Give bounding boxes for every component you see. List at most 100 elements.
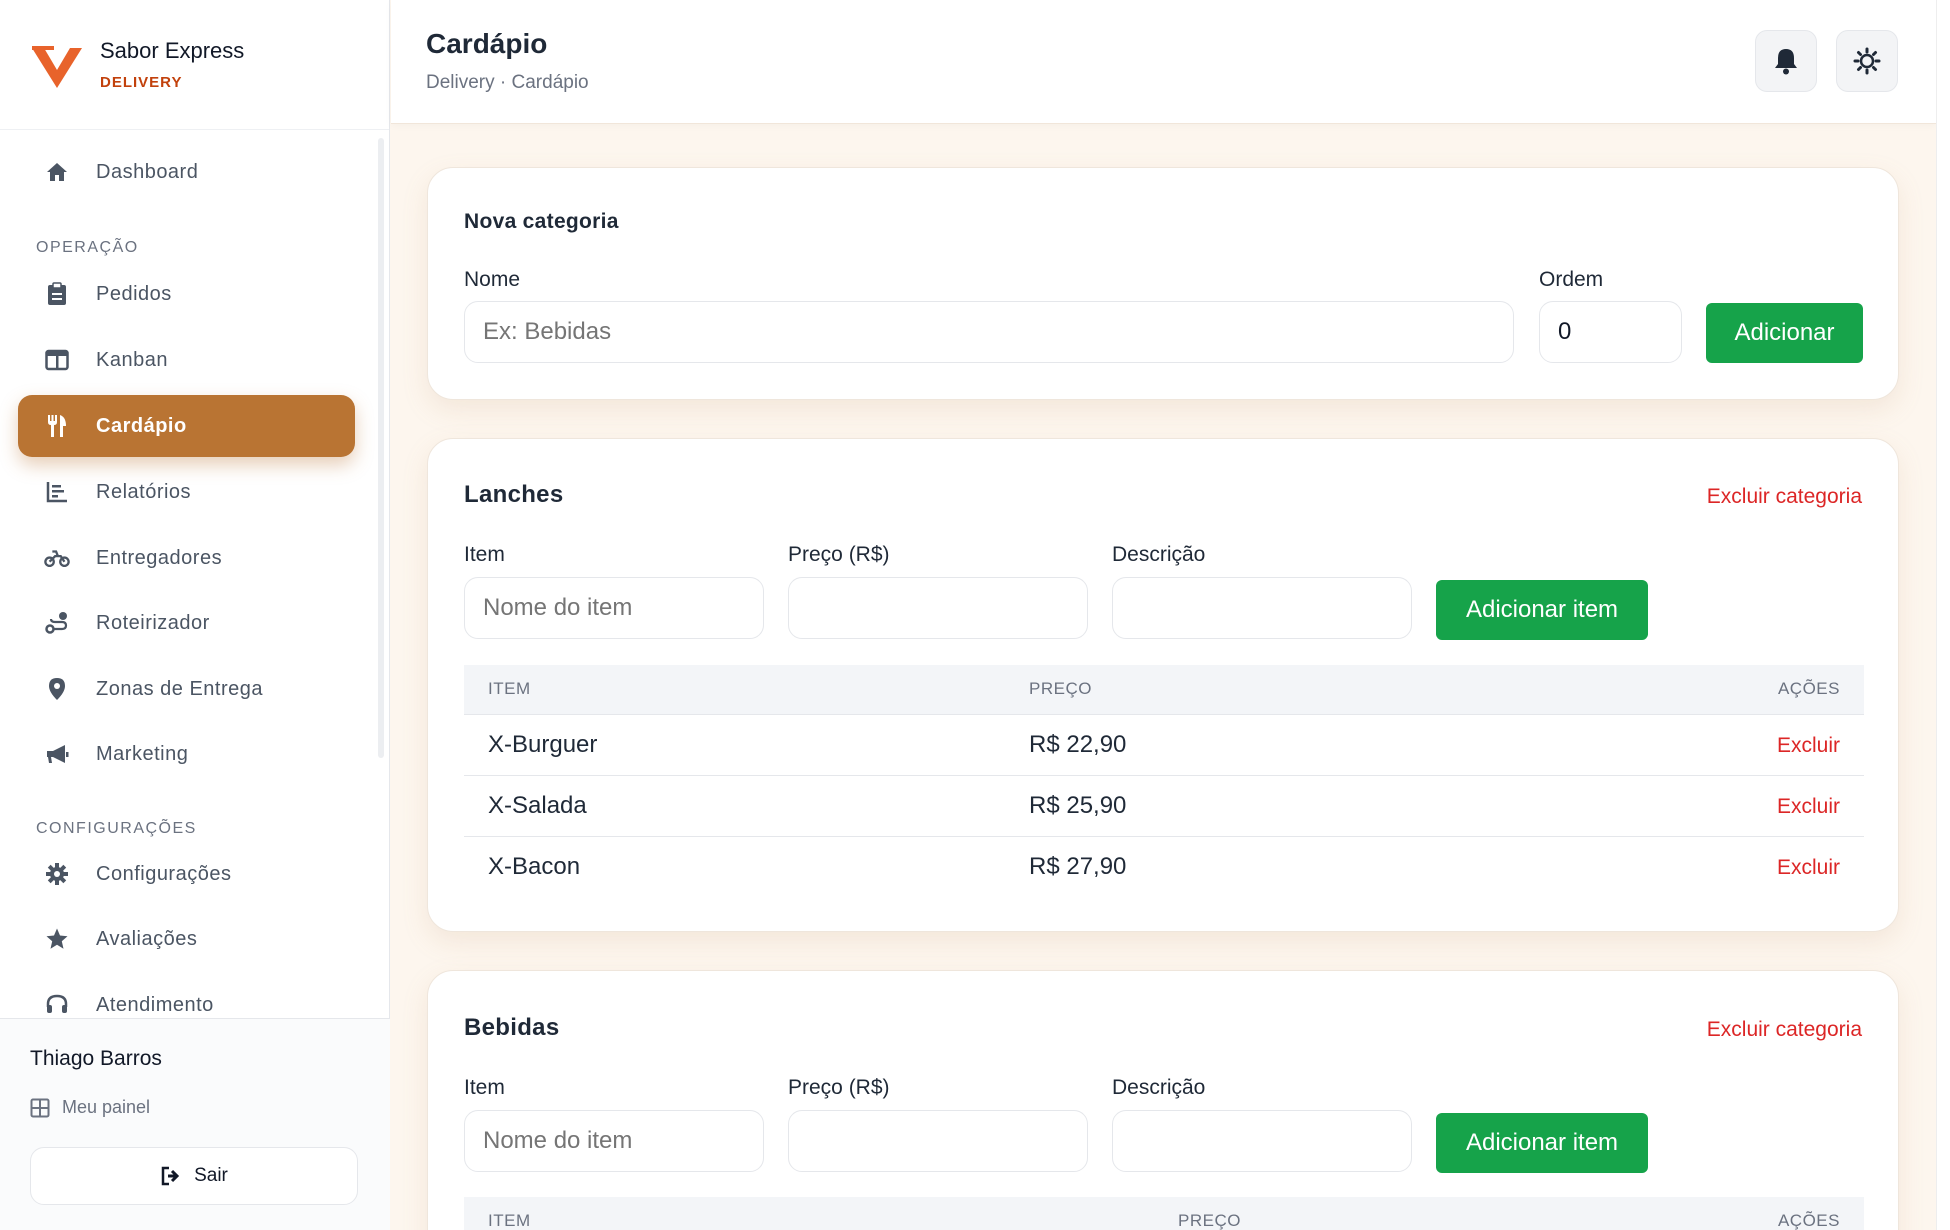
sidebar-item-entregadores[interactable]: Entregadores <box>18 527 355 589</box>
sidebar-item-dashboard[interactable]: Dashboard <box>18 141 355 203</box>
delete-category-link[interactable]: Excluir categoria <box>1707 1018 1862 1042</box>
sidebar-item-label: Zonas de Entrega <box>96 677 263 700</box>
category-title: Lanches <box>464 481 564 508</box>
megaphone-icon <box>44 741 70 767</box>
sidebar-item-label: Configurações <box>96 862 232 885</box>
name-label: Nome <box>464 268 521 291</box>
section-label-operation: OPERAÇÃO <box>36 239 139 256</box>
sidebar-footer: Thiago Barros Meu painel Sair <box>0 1018 390 1230</box>
chart-icon <box>44 479 70 505</box>
sidebar-item-label: Avaliações <box>96 927 198 950</box>
sidebar-item-cardapio[interactable]: Cardápio <box>18 395 355 457</box>
my-panel-link[interactable]: Meu painel <box>30 1097 150 1118</box>
map-pin-icon <box>44 676 70 702</box>
delete-category-link[interactable]: Excluir categoria <box>1707 485 1862 509</box>
add-category-button[interactable]: Adicionar <box>1706 303 1863 363</box>
table-row: X-Burguer R$ 22,90 Excluir <box>464 715 1864 776</box>
sun-icon <box>1853 47 1881 75</box>
items-table: ITEM PREÇO AÇÕES X-Burguer R$ 22,90 Excl… <box>464 665 1864 898</box>
item-name-input[interactable] <box>464 1110 764 1172</box>
headset-icon <box>44 992 70 1018</box>
page-title: Cardápio <box>426 28 548 59</box>
section-label-settings: CONFIGURAÇÕES <box>36 820 197 837</box>
item-price: R$ 25,90 <box>1029 792 1127 819</box>
delete-item-link[interactable]: Excluir <box>1777 734 1840 758</box>
category-title: Bebidas <box>464 1014 560 1041</box>
sign-out-icon <box>161 1166 180 1186</box>
motorcycle-icon <box>44 545 70 571</box>
delete-item-link[interactable]: Excluir <box>1777 795 1840 819</box>
theme-toggle-button[interactable] <box>1836 30 1898 92</box>
sidebar-item-roteirizador[interactable]: Roteirizador <box>18 592 355 654</box>
sidebar-item-label: Pedidos <box>96 282 172 305</box>
brand: Sabor Express DELIVERY <box>0 0 389 130</box>
logout-label: Sair <box>194 1165 228 1186</box>
gear-icon <box>44 861 70 887</box>
sidebar-item-relatorios[interactable]: Relatórios <box>18 461 355 523</box>
sidebar-item-configuracoes[interactable]: Configurações <box>18 843 355 905</box>
category-card-bebidas: Bebidas Excluir categoria Item Preço (R$… <box>427 970 1899 1230</box>
clipboard-icon <box>44 281 70 307</box>
column-header-price: PREÇO <box>1178 1211 1241 1230</box>
route-icon <box>44 610 70 636</box>
sidebar-item-kanban[interactable]: Kanban <box>18 329 355 391</box>
bell-icon <box>1775 49 1797 75</box>
item-price: R$ 27,90 <box>1029 853 1127 880</box>
order-label: Ordem <box>1539 268 1604 291</box>
description-label: Descrição <box>1112 543 1206 566</box>
sidebar-item-marketing[interactable]: Marketing <box>18 723 355 785</box>
logout-button[interactable]: Sair <box>30 1147 358 1205</box>
page-header: Cardápio Delivery · Cardápio <box>391 0 1936 124</box>
sidebar-item-label: Relatórios <box>96 480 192 503</box>
item-price: R$ 22,90 <box>1029 731 1127 758</box>
item-price-input[interactable] <box>788 577 1088 639</box>
star-icon <box>44 926 70 952</box>
column-header-item: ITEM <box>488 679 531 698</box>
new-category-title: Nova categoria <box>464 210 619 233</box>
item-price-input[interactable] <box>788 1110 1088 1172</box>
table-header: ITEM PREÇO AÇÕES <box>464 665 1864 715</box>
sidebar-item-label: Marketing <box>96 742 189 765</box>
item-description-input[interactable] <box>1112 577 1412 639</box>
breadcrumb: Delivery · Cardápio <box>426 72 589 93</box>
category-name-input[interactable] <box>464 301 1514 363</box>
user-name: Thiago Barros <box>30 1047 162 1070</box>
items-table: ITEM PREÇO AÇÕES <box>464 1197 1864 1230</box>
item-name: X-Salada <box>488 792 587 819</box>
sidebar-item-pedidos[interactable]: Pedidos <box>18 263 355 325</box>
sidebar-scrollbar[interactable] <box>378 138 384 758</box>
item-name-input[interactable] <box>464 577 764 639</box>
sidebar-item-label: Cardápio <box>96 414 187 437</box>
sidebar: Sabor Express DELIVERY Dashboard OPERAÇÃ… <box>0 0 390 1230</box>
brand-subtitle: DELIVERY <box>100 74 183 91</box>
sidebar-item-avaliacoes[interactable]: Avaliações <box>18 908 355 970</box>
sidebar-item-label: Roteirizador <box>96 611 210 634</box>
new-category-card: Nova categoria Nome Ordem Adicionar <box>427 167 1899 400</box>
notifications-button[interactable] <box>1755 30 1817 92</box>
page-scrollbar[interactable] <box>1936 0 1950 1230</box>
item-description-input[interactable] <box>1112 1110 1412 1172</box>
item-label: Item <box>464 1076 505 1099</box>
columns-icon <box>44 347 70 373</box>
sidebar-item-zonas[interactable]: Zonas de Entrega <box>18 658 355 720</box>
brand-logo <box>32 45 82 88</box>
sidebar-item-label: Atendimento <box>96 993 214 1016</box>
delete-item-link[interactable]: Excluir <box>1777 856 1840 880</box>
home-icon <box>44 159 70 185</box>
sidebar-nav: Dashboard OPERAÇÃO Pedidos Kanban Cardáp… <box>0 130 390 1018</box>
table-header: ITEM PREÇO AÇÕES <box>464 1197 1864 1230</box>
table-row: X-Bacon R$ 27,90 Excluir <box>464 837 1864 898</box>
sidebar-item-label: Entregadores <box>96 546 223 569</box>
column-header-price: PREÇO <box>1029 679 1092 698</box>
column-header-actions: AÇÕES <box>1777 679 1840 698</box>
add-item-button[interactable]: Adicionar item <box>1436 1113 1648 1173</box>
sidebar-item-label: Kanban <box>96 348 168 371</box>
add-item-button[interactable]: Adicionar item <box>1436 580 1648 640</box>
category-card-lanches: Lanches Excluir categoria Item Preço (R$… <box>427 438 1899 932</box>
item-label: Item <box>464 543 505 566</box>
price-label: Preço (R$) <box>788 1076 890 1099</box>
category-order-input[interactable] <box>1539 301 1682 363</box>
sidebar-item-atendimento[interactable]: Atendimento <box>18 974 355 1018</box>
item-name: X-Burguer <box>488 731 598 758</box>
my-panel-label: Meu painel <box>62 1097 151 1117</box>
